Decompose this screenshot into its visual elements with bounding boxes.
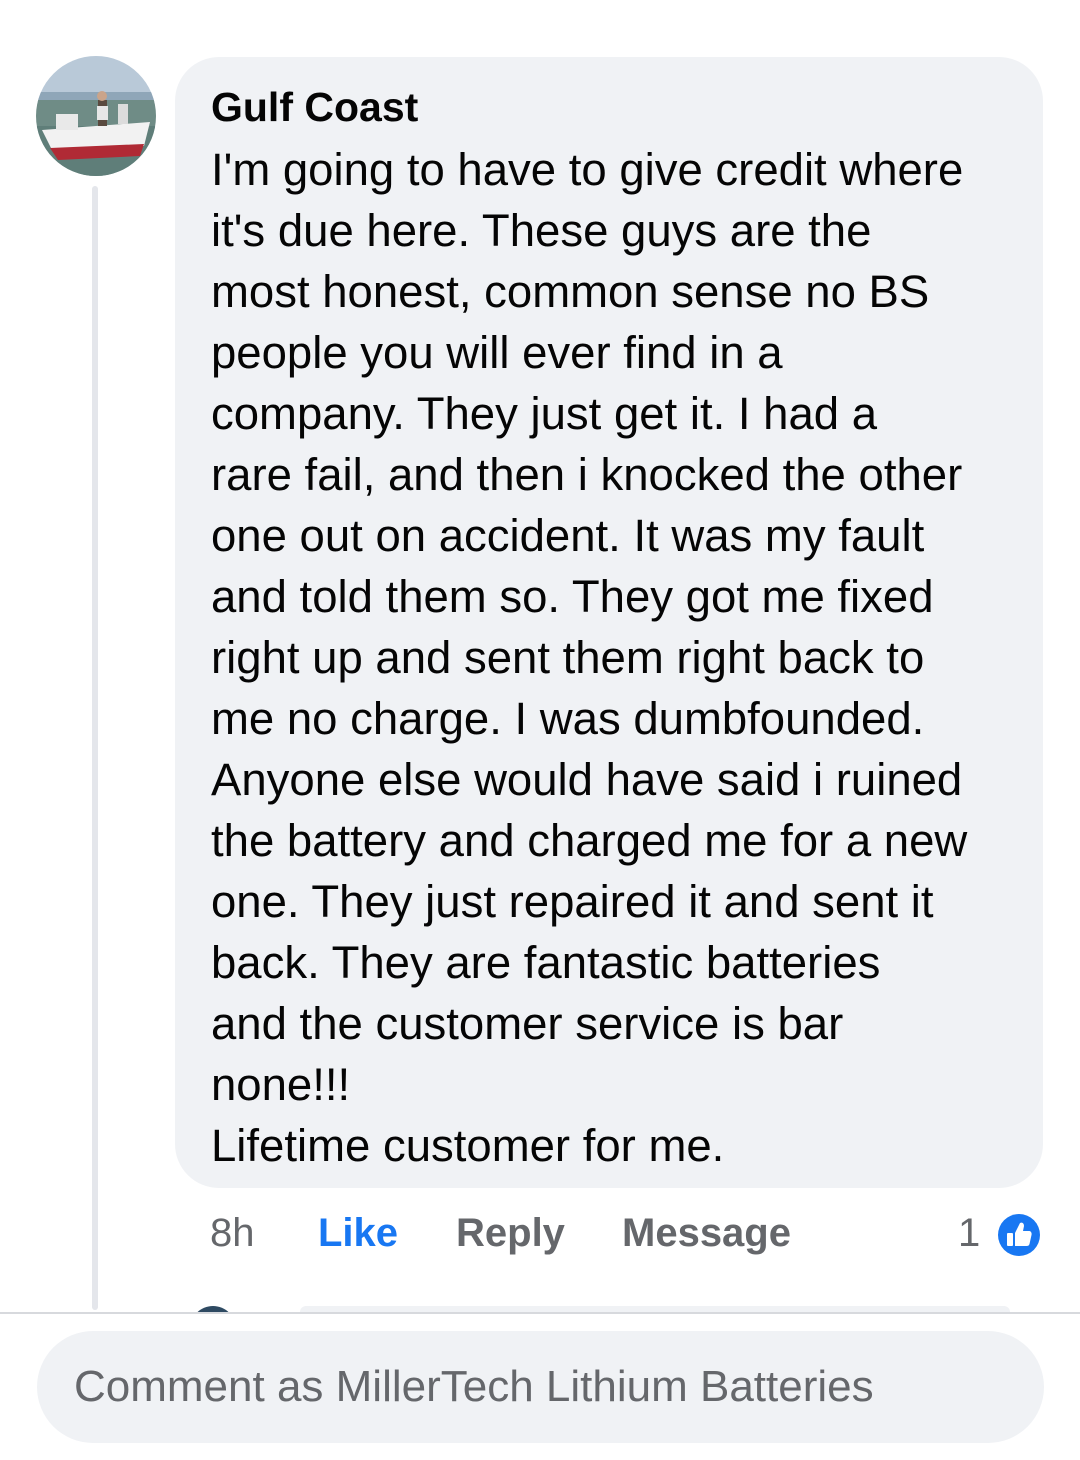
comment-actions: 8h Like Reply Message 1 <box>0 1208 1080 1264</box>
thread-line <box>92 186 98 1310</box>
boat-photo-icon <box>36 56 156 176</box>
comment-text: I'm going to have to give credit where i… <box>211 144 968 1171</box>
comment-author[interactable]: Gulf Coast <box>211 85 1013 131</box>
comment-input[interactable]: Comment as MillerTech Lithium Batteries <box>37 1331 1044 1443</box>
message-button[interactable]: Message <box>622 1208 791 1258</box>
reply-button[interactable]: Reply <box>456 1208 565 1258</box>
commenter-avatar[interactable] <box>36 56 156 176</box>
comment-bubble[interactable]: Gulf Coast I'm going to have to give cre… <box>175 57 1043 1188</box>
reaction-count[interactable]: 1 <box>958 1208 980 1258</box>
thumbs-up-icon[interactable] <box>995 1211 1043 1259</box>
comment-input-placeholder: Comment as MillerTech Lithium Batteries <box>74 1362 874 1411</box>
comment-timestamp[interactable]: 8h <box>210 1208 255 1258</box>
composer-divider <box>0 1312 1080 1314</box>
like-button[interactable]: Like <box>318 1208 398 1258</box>
